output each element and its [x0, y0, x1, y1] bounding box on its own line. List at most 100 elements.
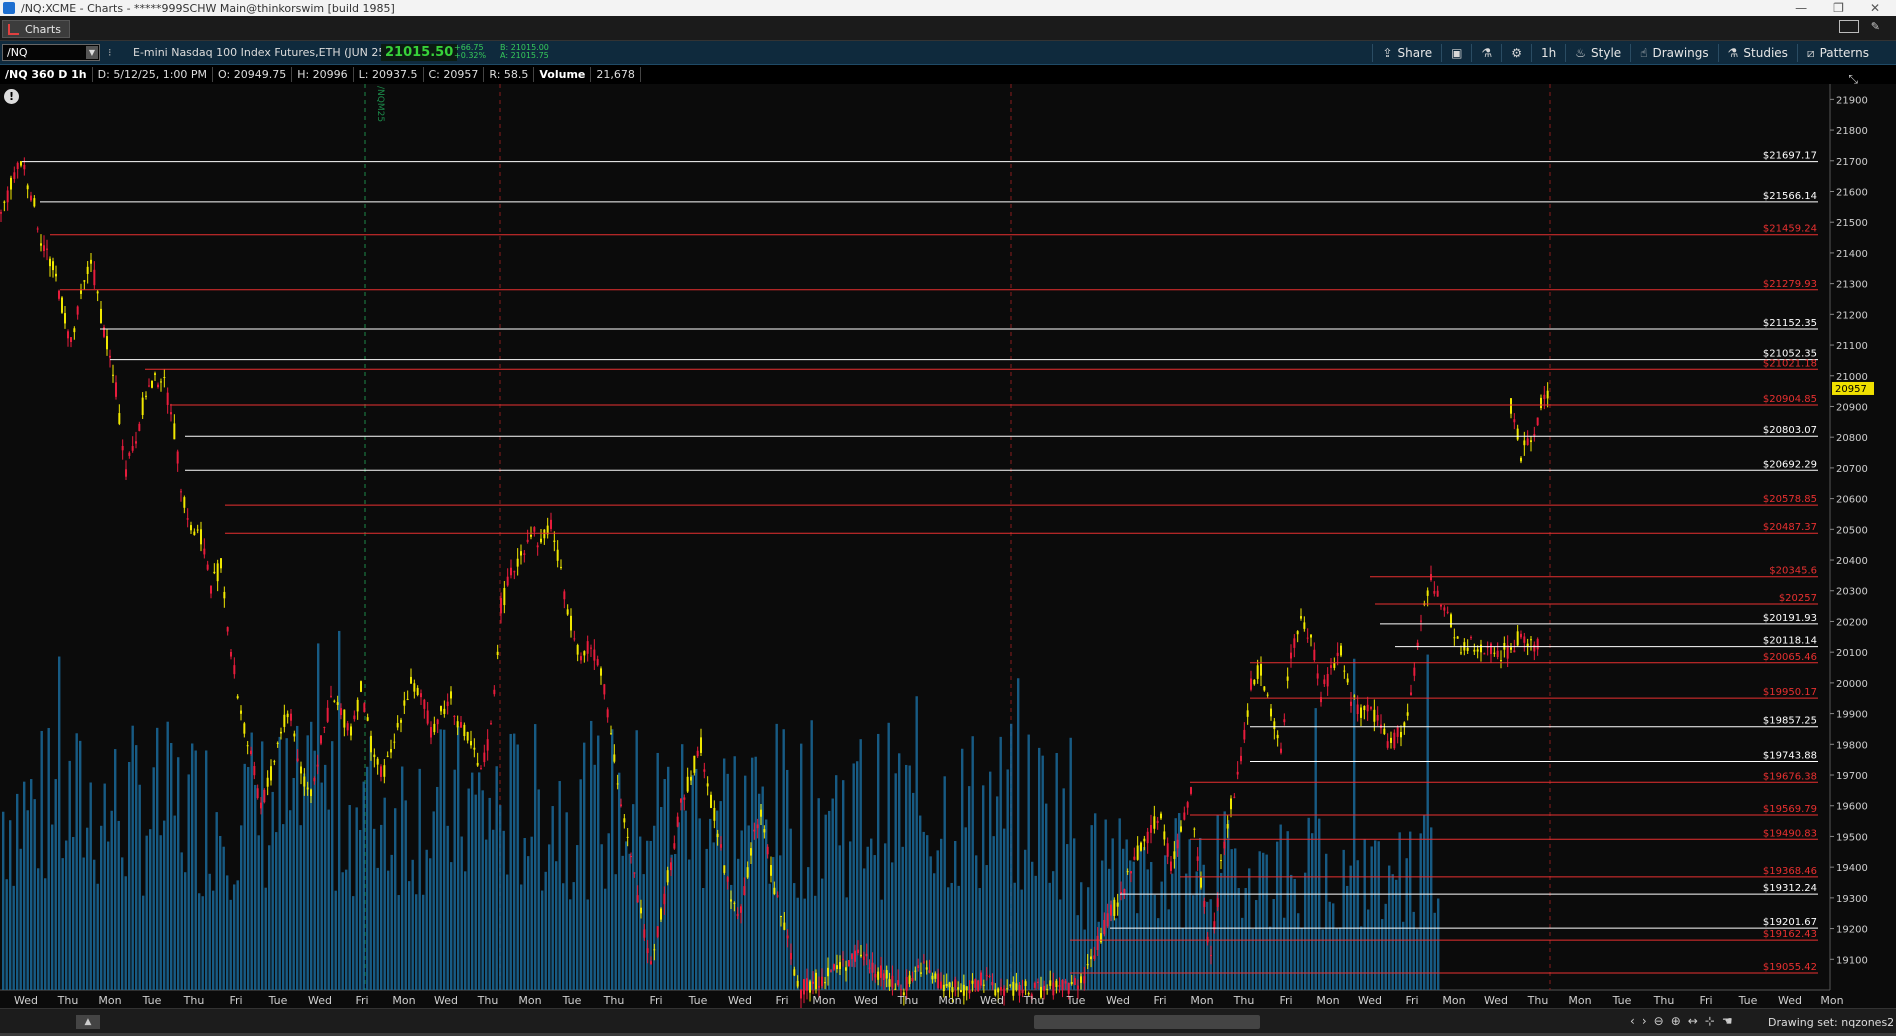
candle-body: [1123, 889, 1126, 894]
share-button[interactable]: ⇪ Share: [1372, 44, 1441, 62]
candle-body: [151, 381, 153, 388]
price-chart[interactable]: /NQM25 $21697.17 $21566.14 $21459.24 $21279.…: [0, 72, 1896, 1008]
volume-bar: [86, 827, 89, 990]
snapshot-button[interactable]: ▣: [1441, 44, 1471, 62]
candle-body: [700, 737, 702, 753]
candle-body: [1506, 645, 1509, 659]
volume-bar: [772, 857, 775, 990]
maximize-button[interactable]: ❐: [1833, 1, 1844, 15]
x-tick-label-1: Thu: [57, 994, 79, 1007]
studies-button[interactable]: ⚗ Studies: [1717, 44, 1797, 62]
style-button[interactable]: ♨ Style: [1565, 44, 1630, 62]
layout-toggle-button[interactable]: [1838, 20, 1859, 33]
alert-icon[interactable]: !: [4, 89, 19, 104]
volume-bar: [1118, 818, 1121, 990]
scrollbar-thumb[interactable]: [1034, 1015, 1260, 1029]
candle-body: [948, 982, 951, 988]
bar-open: O: 20949.75: [213, 67, 293, 82]
patterns-button[interactable]: ⧄ Patterns: [1796, 44, 1878, 62]
collapse-icon[interactable]: ⤡: [1848, 72, 1858, 87]
scroll-left-icon[interactable]: ‹: [1630, 1014, 1635, 1028]
candle-body: [1516, 631, 1519, 646]
volume-bar: [215, 812, 218, 990]
candle-body: [93, 269, 96, 286]
candle-body: [58, 290, 60, 299]
symbol-dropdown-icon[interactable]: ▼: [86, 46, 98, 59]
drawings-button[interactable]: ☝ Drawings: [1630, 44, 1717, 62]
lab-button[interactable]: ⚗: [1471, 44, 1501, 62]
volume-bar: [971, 736, 974, 990]
candle-body: [46, 248, 48, 250]
volume-bar: [478, 772, 481, 990]
chart-canvas[interactable]: /NQM25 $21697.17 $21566.14 $21459.24 $21279.…: [0, 84, 1896, 1008]
candle-body: [1490, 643, 1492, 655]
candle-body: [1370, 707, 1372, 709]
candle-body: [200, 529, 202, 545]
candle-body: [1393, 732, 1396, 749]
volume-bar: [1188, 839, 1191, 990]
candle-body: [1203, 901, 1206, 907]
volume-bar: [758, 793, 761, 990]
volume-bar: [1195, 871, 1198, 990]
timeframe-button[interactable]: 1h: [1531, 44, 1565, 62]
candle-body: [818, 986, 820, 988]
settings-button[interactable]: ⚙: [1501, 44, 1531, 62]
candle-body: [1333, 662, 1336, 668]
candle-body: [1296, 631, 1299, 635]
chart-scrollbar[interactable]: [110, 1015, 1630, 1029]
collapse-panel-button[interactable]: ▲: [76, 1015, 100, 1029]
pan-hand-icon[interactable]: ☚: [1722, 1014, 1733, 1028]
zoom-out-icon[interactable]: ⊖: [1654, 1014, 1664, 1028]
candle-body: [118, 413, 121, 424]
candle-body: [1383, 728, 1386, 735]
pin-icon[interactable]: ✎: [1871, 20, 1880, 33]
candle-body: [13, 172, 16, 179]
volume-bar: [415, 894, 418, 990]
candle-body: [300, 766, 302, 774]
candle-body: [874, 973, 877, 978]
link-icon[interactable]: ⁝: [108, 46, 116, 60]
candle-body: [1413, 667, 1416, 676]
candle-body: [620, 804, 622, 807]
y-tick-label-1: 21800: [1836, 126, 1868, 137]
volume-bar: [824, 814, 827, 990]
chart-id[interactable]: /NQ 360 D 1h: [0, 67, 93, 82]
y-tick-label-14: 20500: [1836, 525, 1868, 536]
candle-body: [1183, 812, 1186, 820]
crosshair-icon[interactable]: ⊹: [1705, 1014, 1715, 1028]
volume-bar: [422, 894, 425, 990]
candle-body: [86, 266, 89, 275]
volume-bar: [135, 745, 138, 990]
candle-body: [203, 548, 206, 555]
candle-body: [991, 981, 994, 986]
candle-body: [1273, 721, 1276, 730]
candle-body: [583, 651, 586, 656]
candle-body: [857, 949, 859, 954]
x-tick-label-26: Wed: [1106, 994, 1130, 1007]
candle-body: [1343, 670, 1346, 672]
volume-bar: [583, 742, 586, 990]
candle-body: [250, 750, 252, 755]
drawing-set-label[interactable]: Drawing set: nqzones2: [1768, 1016, 1894, 1029]
volume-bar: [1258, 851, 1261, 990]
candle-body: [1126, 871, 1129, 873]
candle-body: [868, 967, 871, 969]
zoom-in-icon[interactable]: ⊕: [1671, 1014, 1681, 1028]
fit-horizontal-icon[interactable]: ↔: [1688, 1014, 1698, 1028]
volume-bar: [247, 767, 250, 990]
volume-bar: [47, 727, 50, 990]
volume-bar: [632, 804, 635, 990]
tab-charts[interactable]: Charts: [2, 20, 70, 38]
candle-body: [836, 965, 838, 970]
candle-body: [1166, 843, 1169, 857]
minimize-button[interactable]: —: [1795, 1, 1807, 15]
price-change: +66.75 +0.32%: [454, 44, 486, 60]
scroll-right-icon[interactable]: ›: [1642, 1014, 1647, 1028]
volume-bar: [943, 776, 946, 990]
close-button[interactable]: ✕: [1870, 1, 1880, 15]
candle-body: [1216, 898, 1219, 907]
candle-body: [1100, 933, 1102, 943]
candle-body: [20, 161, 22, 166]
x-tick-label-9: Mon: [392, 994, 415, 1007]
candle-body: [750, 848, 752, 856]
